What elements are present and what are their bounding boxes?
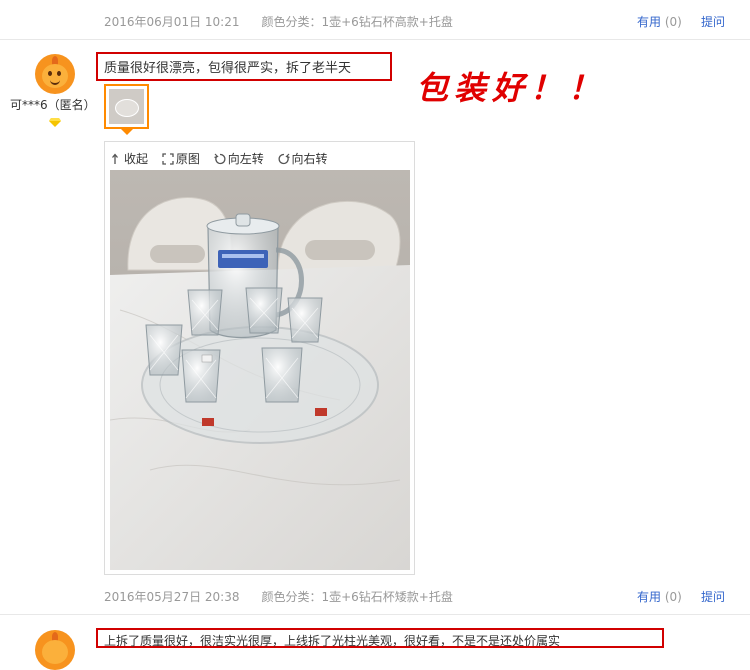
diamond-icon bbox=[49, 118, 61, 127]
username: 可***6（匿名） bbox=[10, 98, 96, 112]
collapse-label: 收起 bbox=[124, 152, 149, 166]
rotate-right-icon bbox=[278, 153, 290, 164]
user-avatar[interactable] bbox=[35, 54, 75, 94]
useful-label: 有用 bbox=[637, 590, 662, 604]
review-photo[interactable] bbox=[110, 170, 410, 570]
prev-ask-button[interactable]: 提问 bbox=[701, 13, 725, 30]
review-divider bbox=[0, 39, 750, 40]
review-sku: 颜色分类：1壶+6钻石杯矮款+托盘 bbox=[261, 590, 453, 604]
original-image-label: 原图 bbox=[175, 152, 200, 166]
photo-viewer: 收起 原图 向左转 向右转 bbox=[104, 141, 415, 575]
handwritten-annotation: 包装好！！ bbox=[416, 69, 607, 107]
arrow-up-icon bbox=[112, 152, 118, 164]
useful-button[interactable]: 有用 (0) bbox=[637, 588, 682, 605]
rotate-right-button[interactable]: 向右转 bbox=[278, 150, 328, 167]
review-divider-2 bbox=[0, 614, 750, 615]
review-text: 质量很好很漂亮，包得很严实，拆了老半天 bbox=[104, 61, 352, 76]
next-user-avatar[interactable] bbox=[35, 630, 75, 670]
next-review-text: 上拆了质量很好，很洁实光很厚，上线拆了光柱光美观，很好看，不是不是还处价属实 bbox=[104, 634, 561, 648]
photo-thumbnail[interactable] bbox=[104, 84, 149, 129]
collapse-button[interactable]: 收起 bbox=[112, 150, 148, 167]
rotate-right-label: 向右转 bbox=[291, 152, 328, 166]
prev-useful-label: 有用 bbox=[637, 15, 662, 29]
rotate-left-icon bbox=[213, 153, 226, 164]
useful-count: (0) bbox=[664, 590, 682, 604]
original-image-button[interactable]: 原图 bbox=[162, 150, 200, 167]
rotate-left-button[interactable]: 向左转 bbox=[213, 150, 264, 167]
prev-review-meta: 2016年06月01日 10:21 颜色分类：1壶+6钻石杯高款+托盘 bbox=[104, 13, 453, 30]
review-date: 2016年05月27日 20:38 bbox=[104, 590, 240, 604]
expand-icon bbox=[162, 152, 174, 165]
review-meta: 2016年05月27日 20:38 颜色分类：1壶+6钻石杯矮款+托盘 bbox=[104, 588, 453, 605]
prev-useful-count: (0) bbox=[664, 15, 682, 29]
prev-useful-button[interactable]: 有用 (0) bbox=[637, 13, 682, 30]
photo-toolbar: 收起 原图 向左转 向右转 bbox=[112, 150, 338, 168]
thumbnail-pointer-icon bbox=[121, 129, 133, 135]
rotate-left-label: 向左转 bbox=[227, 152, 264, 166]
ask-button[interactable]: 提问 bbox=[701, 588, 725, 605]
prev-review-date: 2016年06月01日 10:21 bbox=[104, 15, 240, 29]
prev-review-sku: 颜色分类：1壶+6钻石杯高款+托盘 bbox=[261, 15, 453, 29]
